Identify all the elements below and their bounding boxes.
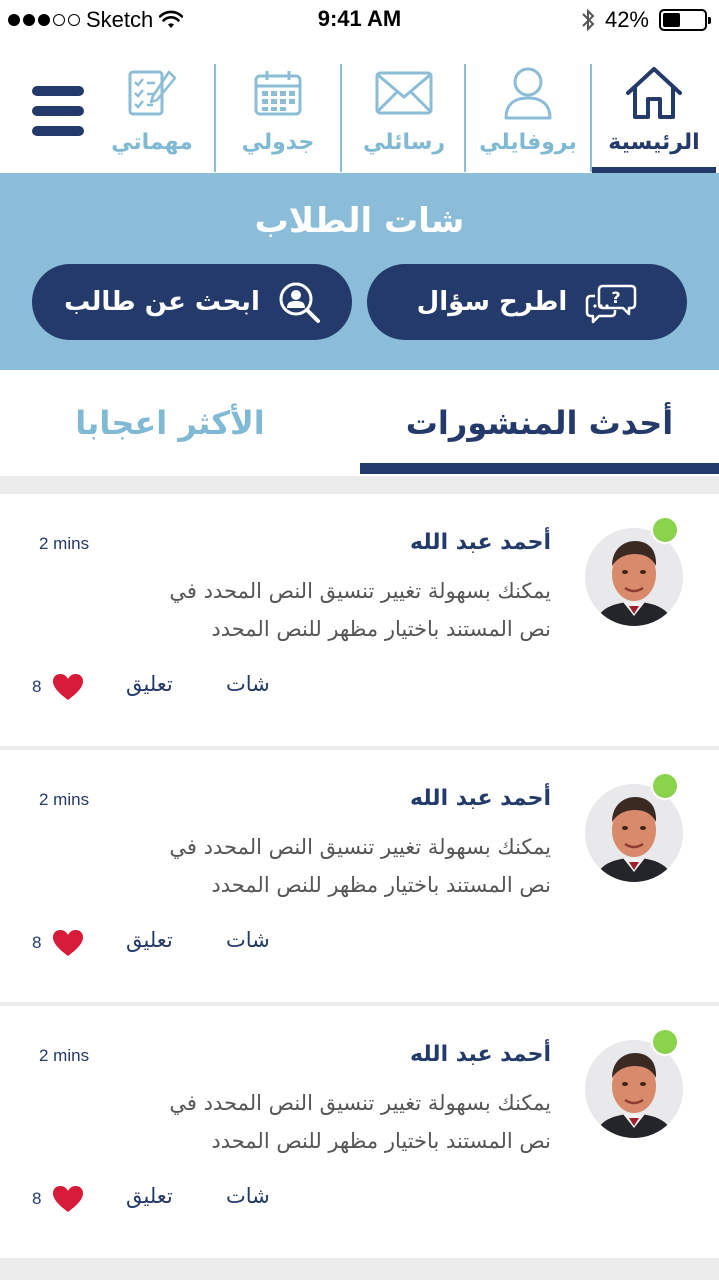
nav-item-tasks[interactable]: مهماتي: [90, 62, 214, 173]
battery-percent: 42%: [604, 7, 649, 32]
post-body-line: نص المستند باختيار مظهر للنص المحدد: [211, 1129, 551, 1153]
post-card: أحمد عبد الله 2 mins يمكنك بسهولة تغيير …: [0, 1006, 719, 1258]
post-body-line: نص المستند باختيار مظهر للنص المحدد: [211, 873, 551, 897]
wifi-icon: [159, 10, 184, 28]
search-user-icon: [279, 282, 320, 323]
calendar-icon: [254, 62, 302, 124]
hamburger-menu-icon[interactable]: [32, 86, 84, 136]
battery-icon: [659, 9, 711, 31]
chat-button[interactable]: شات: [226, 672, 270, 696]
online-status-icon: [651, 1028, 679, 1056]
post-timestamp: 2 mins: [39, 790, 90, 809]
ask-question-label: اطرح سؤال: [416, 287, 568, 317]
signal-dot: [38, 14, 50, 26]
post-author[interactable]: أحمد عبد الله: [410, 530, 551, 555]
page-title: شات الطلاب: [254, 201, 465, 241]
post-body-line: يمكنك بسهولة تغيير تنسيق النص المحدد في: [169, 835, 551, 859]
comment-button[interactable]: تعليق: [126, 672, 173, 696]
post-author[interactable]: أحمد عبد الله: [410, 786, 551, 811]
online-status-icon: [651, 516, 679, 544]
active-tab-indicator: [360, 463, 719, 474]
signal-dot: [23, 14, 35, 26]
online-status-icon: [651, 772, 679, 800]
question-chat-icon: ?: [586, 284, 637, 324]
student-chat-header: شات الطلاب ? اطرح سؤال ابحث عن طالب: [0, 173, 719, 370]
post-body-line: نص المستند باختيار مظهر للنص المحدد: [211, 617, 551, 641]
ask-question-button[interactable]: ? اطرح سؤال: [367, 264, 687, 340]
nav-item-label: مهماتي: [111, 130, 193, 155]
envelope-icon: [375, 62, 433, 124]
like-count: 8: [32, 1189, 42, 1208]
feed-tabs: أحدث المنشورات الأكثر اعجابا: [0, 370, 719, 476]
post-card: أحمد عبد الله 2 mins يمكنك بسهولة تغيير …: [0, 494, 719, 746]
post-body-line: يمكنك بسهولة تغيير تنسيق النص المحدد في: [169, 1091, 551, 1115]
comment-button[interactable]: تعليق: [126, 1184, 173, 1208]
nav-item-label: جدولي: [241, 130, 315, 155]
heart-icon[interactable]: [52, 1185, 84, 1213]
nav-item-label: رسائلي: [362, 130, 446, 155]
status-bar: Sketch 9:41 AM 42%: [0, 0, 719, 40]
tab-latest-posts[interactable]: أحدث المنشورات: [360, 392, 719, 454]
status-right: 42%: [581, 6, 711, 34]
signal-dot: [68, 14, 80, 26]
signal-dot: [53, 14, 65, 26]
post-body-line: يمكنك بسهولة تغيير تنسيق النص المحدد في: [169, 579, 551, 603]
post-actions: 8 تعليق شات: [32, 672, 270, 702]
search-student-label: ابحث عن طالب: [64, 287, 260, 317]
nav-item-schedule[interactable]: جدولي: [216, 62, 340, 173]
tasks-icon: [127, 62, 177, 124]
nav-item-messages[interactable]: رسائلي: [342, 62, 466, 173]
heart-icon[interactable]: [52, 929, 84, 957]
search-student-button[interactable]: ابحث عن طالب: [32, 264, 352, 340]
like-count: 8: [32, 677, 42, 696]
nav-item-home[interactable]: الرئيسية: [592, 62, 716, 173]
signal-strength-icon: [8, 14, 80, 26]
post-timestamp: 2 mins: [39, 534, 90, 553]
post-author[interactable]: أحمد عبد الله: [410, 1042, 551, 1067]
user-icon: [502, 62, 554, 124]
post-actions: 8 تعليق شات: [32, 928, 270, 958]
post-body: يمكنك بسهولة تغيير تنسيق النص المحدد في …: [31, 572, 551, 648]
heart-icon[interactable]: [52, 673, 84, 701]
post-card: أحمد عبد الله 2 mins يمكنك بسهولة تغيير …: [0, 750, 719, 1002]
comment-button[interactable]: تعليق: [126, 928, 173, 952]
post-actions: 8 تعليق شات: [32, 1184, 270, 1214]
chat-button[interactable]: شات: [226, 928, 270, 952]
status-left: Sketch: [8, 6, 184, 34]
post-body: يمكنك بسهولة تغيير تنسيق النص المحدد في …: [31, 828, 551, 904]
bluetooth-icon: [582, 8, 595, 32]
post-body: يمكنك بسهولة تغيير تنسيق النص المحدد في …: [31, 1084, 551, 1160]
top-navigation: الرئيسية بروفايلي رسائلي جدولي مهماتي: [0, 40, 719, 173]
signal-dot: [8, 14, 20, 26]
home-icon: [624, 62, 684, 124]
nav-item-profile[interactable]: بروفايلي: [466, 62, 590, 173]
like-count: 8: [32, 933, 42, 952]
tab-most-liked[interactable]: الأكثر اعجابا: [0, 392, 340, 454]
chat-button[interactable]: شات: [226, 1184, 270, 1208]
battery-level: [663, 13, 680, 27]
carrier-name: Sketch: [86, 7, 154, 32]
post-timestamp: 2 mins: [39, 1046, 90, 1065]
nav-item-label: الرئيسية: [608, 130, 700, 155]
nav-item-label: بروفايلي: [479, 130, 577, 155]
svg-text:?: ?: [612, 288, 621, 307]
